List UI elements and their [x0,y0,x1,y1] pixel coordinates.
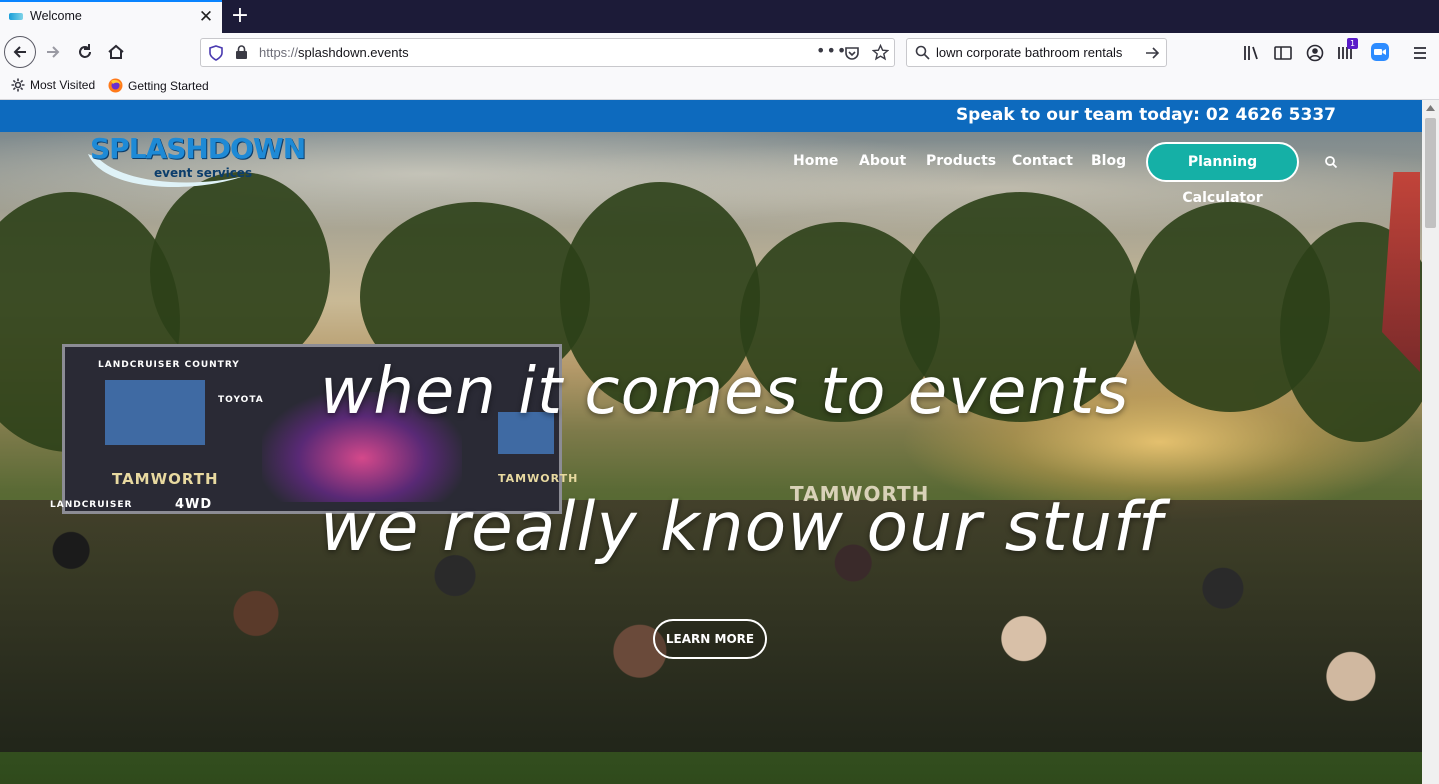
page-actions-icon[interactable]: ••• [816,41,847,60]
bookmark-getting-started[interactable]: Getting Started [108,78,209,93]
firefox-icon [108,78,123,93]
bookmarks-toolbar: Most Visited Getting Started [0,73,1439,100]
extension-badge: 1 [1347,38,1359,49]
home-icon [108,44,124,59]
gear-icon [11,78,25,92]
tab-welcome[interactable]: Welcome ✕ [0,0,222,33]
search-icon [915,45,930,60]
logo-subtitle: event services [154,166,253,180]
banner-toyota: TOYOTA [218,395,264,405]
url-bar[interactable]: https://splashdown.events ••• [200,38,895,67]
home-button[interactable] [101,37,131,67]
url-text[interactable]: https://splashdown.events [259,45,409,60]
bookmark-label: Getting Started [128,78,209,93]
menu-hamburger-icon[interactable] [1410,43,1430,63]
site-search-icon[interactable] [1324,155,1338,169]
pocket-icon[interactable] [844,45,860,61]
nav-home[interactable]: Home [793,153,838,169]
extension-button[interactable]: 1 [1336,38,1359,63]
nav-contact[interactable]: Contact [1012,153,1073,169]
banner-4wd: 4WD [175,497,213,512]
tree [150,172,330,372]
tab-bar: Welcome ✕ + [0,0,1439,33]
reload-button[interactable] [70,37,100,67]
banner-landcruiser: LANDCRUISER [50,500,133,510]
bookmark-star-icon[interactable] [872,44,889,61]
forward-arrow-icon [47,46,60,58]
hero-headline-2: we really know our stuff [320,488,1163,567]
lock-icon[interactable] [235,45,248,60]
new-tab-icon[interactable]: + [228,2,252,30]
phone-text[interactable]: Speak to our team today: 02 4626 5337 [956,105,1336,125]
learn-more-button[interactable]: LEARN MORE [653,619,767,659]
planning-calculator-button[interactable]: Planning Calculator [1146,142,1299,206]
back-arrow-icon [13,46,26,58]
search-input[interactable]: lown corporate bathroom rentals [936,45,1122,60]
stage-screen-left [105,380,205,445]
nav-about[interactable]: About [859,153,906,169]
library-icon[interactable] [1242,43,1262,63]
close-tab-icon[interactable]: ✕ [196,7,216,27]
search-go-arrow-icon[interactable] [1144,45,1160,61]
logo-wordmark: SPLASHDOWN [90,132,306,165]
nav-products[interactable]: Products [926,153,996,169]
back-button[interactable] [4,36,36,68]
banner-tamworth: TAMWORTH [498,472,579,485]
hero-headline-1: when it comes to events [320,355,1130,429]
banner-landcruiser-country: LANDCRUISER COUNTRY [98,360,240,370]
zoom-meeting-icon[interactable] [1370,42,1390,62]
tab-title: Welcome [30,9,82,23]
contact-strip: Speak to our team today: 02 4626 5337 [0,100,1422,132]
site-favicon-icon [9,13,23,20]
sidebar-icon[interactable] [1273,43,1293,63]
scrollbar-thumb[interactable] [1425,118,1436,228]
account-icon[interactable] [1305,43,1325,63]
banner-tamworth: TAMWORTH [112,470,219,488]
url-scheme: https:// [259,45,299,60]
scroll-up-arrow-icon[interactable] [1425,103,1436,113]
tracking-shield-icon[interactable] [209,45,223,61]
nav-blog[interactable]: Blog [1091,153,1126,169]
navigation-toolbar: https://splashdown.events ••• lown corpo… [0,33,1439,73]
site-logo[interactable]: SPLASHDOWN event services [84,130,306,192]
search-bar[interactable]: lown corporate bathroom rentals [906,38,1167,67]
url-host: splashdown.events [298,45,409,60]
bookmark-label: Most Visited [30,78,96,92]
reload-icon [79,44,91,58]
bookmark-most-visited[interactable]: Most Visited [11,78,95,92]
forward-button[interactable] [38,37,68,67]
